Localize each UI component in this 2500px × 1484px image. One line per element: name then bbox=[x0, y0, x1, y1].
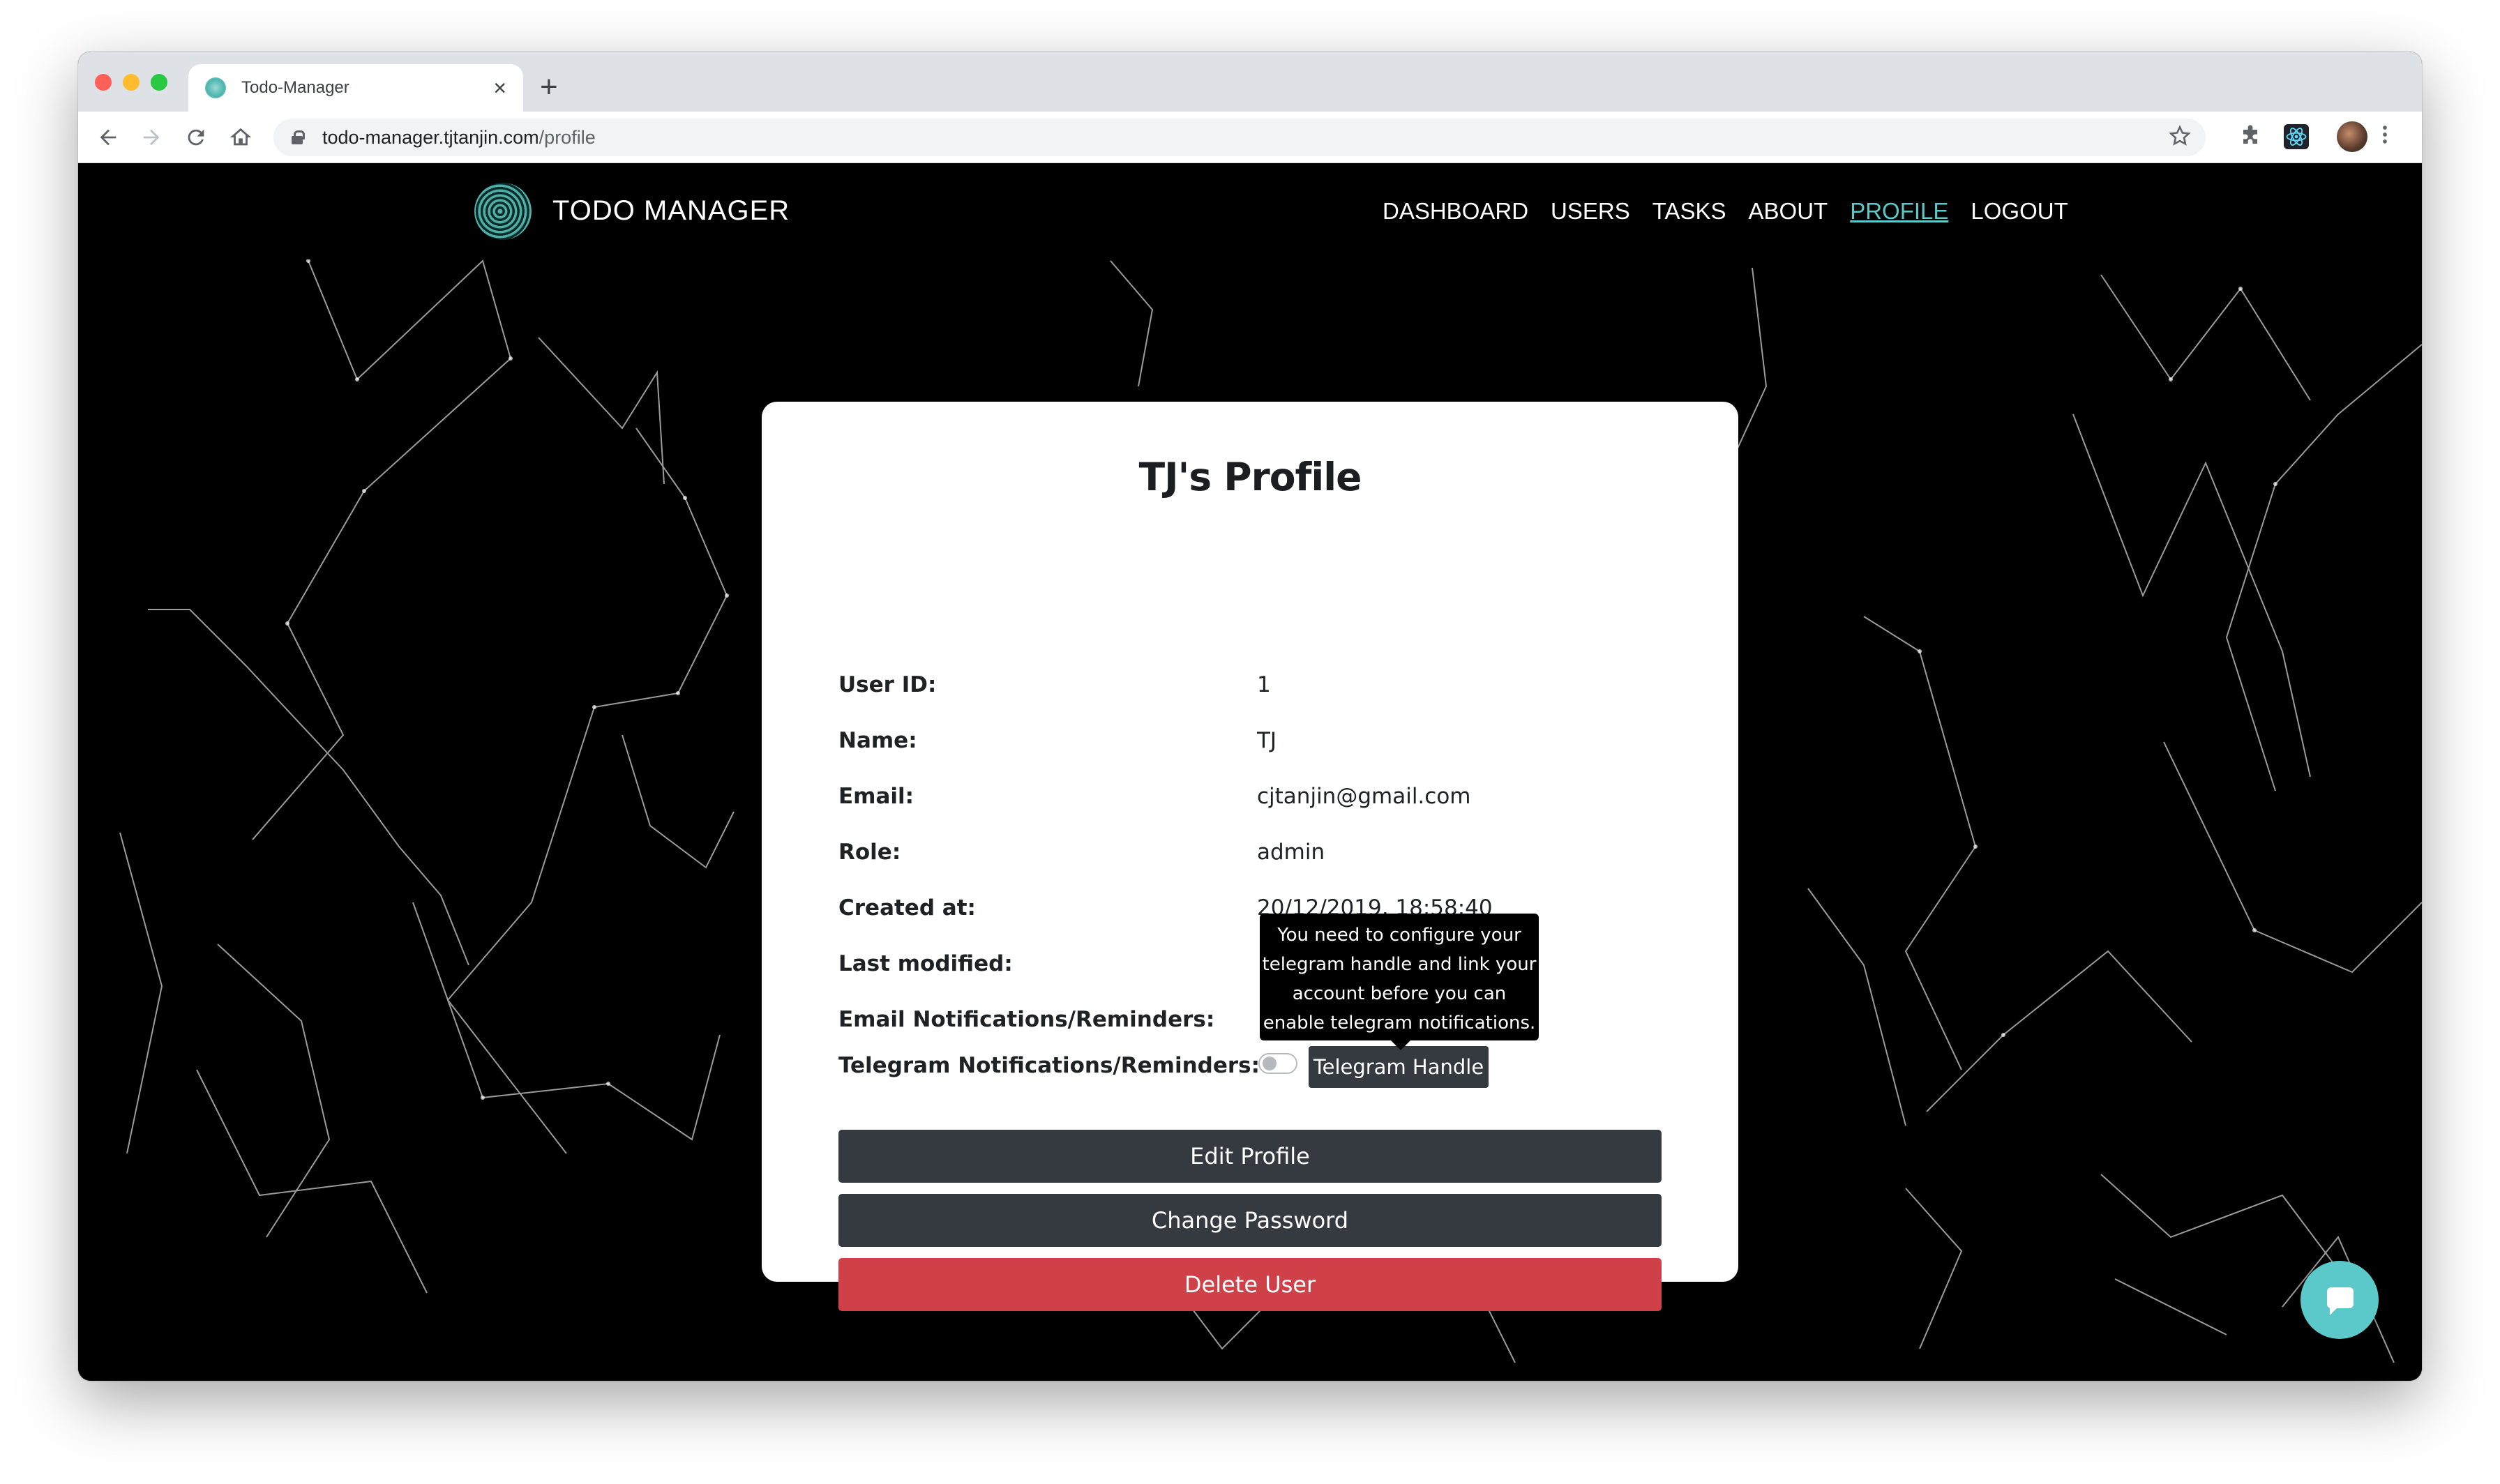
telegram-notifications-toggle[interactable] bbox=[1258, 1053, 1297, 1074]
top-navbar: TODO MANAGER DASHBOARD USERS TASKS ABOUT… bbox=[78, 163, 2422, 259]
forward-icon[interactable] bbox=[140, 126, 163, 149]
address-bar[interactable]: todo-manager.tjtanjin.com/profile bbox=[273, 119, 2206, 156]
user-id-label: User ID: bbox=[838, 672, 937, 697]
favicon-icon bbox=[205, 77, 226, 98]
profile-avatar[interactable] bbox=[2337, 121, 2367, 152]
nav-link-tasks[interactable]: TASKS bbox=[1652, 198, 1726, 225]
brand-logo[interactable] bbox=[474, 183, 532, 240]
nav-links: DASHBOARD USERS TASKS ABOUT PROFILE LOGO… bbox=[1383, 198, 2091, 225]
home-icon[interactable] bbox=[229, 126, 253, 149]
role-label: Role: bbox=[838, 840, 901, 865]
chat-icon bbox=[2327, 1287, 2354, 1315]
browser-window: Todo-Manager × + todo-manager.tjtanjin.c… bbox=[78, 52, 2422, 1381]
profile-card: TJ's Profile User ID: 1 Name: TJ Email: … bbox=[762, 402, 1738, 1311]
tooltip-line: telegram handle and link your bbox=[1262, 954, 1537, 975]
reload-icon[interactable] bbox=[184, 126, 208, 149]
user-id-value: 1 bbox=[1257, 672, 1271, 697]
email-notifications-label: Email Notifications/Reminders: bbox=[838, 1007, 1215, 1032]
nav-link-dashboard[interactable]: DASHBOARD bbox=[1383, 198, 1528, 225]
lock-icon[interactable] bbox=[292, 130, 305, 144]
email-label: Email: bbox=[838, 784, 914, 809]
tooltip-line: enable telegram notifications. bbox=[1263, 1013, 1536, 1034]
tab-close-icon[interactable]: × bbox=[493, 77, 506, 99]
created-at-label: Created at: bbox=[838, 895, 976, 921]
minimize-window-button[interactable] bbox=[123, 74, 140, 91]
telegram-tooltip: You need to configure your telegram hand… bbox=[1260, 914, 1539, 1050]
last-modified-label: Last modified: bbox=[838, 951, 1013, 976]
name-value: TJ bbox=[1257, 728, 1277, 753]
telegram-notifications-label: Telegram Notifications/Reminders: bbox=[838, 1053, 1260, 1078]
change-password-button[interactable]: Change Password bbox=[838, 1194, 1662, 1247]
url-path: /profile bbox=[539, 126, 596, 148]
tooltip-line: You need to configure your bbox=[1277, 925, 1521, 946]
new-tab-button[interactable]: + bbox=[540, 70, 558, 105]
nav-link-logout[interactable]: LOGOUT bbox=[1971, 198, 2068, 225]
extensions-icon[interactable] bbox=[2236, 123, 2264, 151]
email-value: cjtanjin@gmail.com bbox=[1257, 784, 1471, 809]
nav-link-users[interactable]: USERS bbox=[1551, 198, 1630, 225]
url-host: todo-manager.tjtanjin.com bbox=[322, 126, 539, 148]
role-value: admin bbox=[1257, 840, 1325, 865]
url-text: todo-manager.tjtanjin.com/profile bbox=[322, 127, 596, 149]
tooltip-line: account before you can bbox=[1292, 983, 1507, 1004]
chat-button[interactable] bbox=[2301, 1261, 2379, 1339]
browser-tab[interactable]: Todo-Manager × bbox=[188, 64, 523, 112]
name-label: Name: bbox=[838, 728, 917, 753]
close-window-button[interactable] bbox=[95, 74, 112, 91]
edit-profile-button[interactable]: Edit Profile bbox=[838, 1130, 1662, 1183]
maximize-window-button[interactable] bbox=[151, 74, 167, 91]
page-title: TJ's Profile bbox=[1138, 455, 1362, 499]
nav-link-profile[interactable]: PROFILE bbox=[1850, 198, 1948, 225]
page-content: TODO MANAGER DASHBOARD USERS TASKS ABOUT… bbox=[78, 163, 2422, 1381]
menu-icon[interactable] bbox=[2373, 123, 2397, 153]
brand-name[interactable]: TODO MANAGER bbox=[552, 195, 790, 227]
tab-title: Todo-Manager bbox=[241, 78, 349, 97]
browser-toolbar: todo-manager.tjtanjin.com/profile bbox=[78, 112, 2422, 163]
delete-user-button[interactable]: Delete User bbox=[838, 1258, 1662, 1311]
nav-link-about[interactable]: ABOUT bbox=[1749, 198, 1828, 225]
tab-strip: Todo-Manager × + bbox=[78, 52, 2422, 112]
react-devtools-icon[interactable] bbox=[2284, 124, 2309, 149]
star-icon[interactable] bbox=[2168, 124, 2192, 154]
telegram-handle-badge[interactable]: Telegram Handle bbox=[1309, 1046, 1489, 1088]
back-icon[interactable] bbox=[96, 126, 120, 149]
